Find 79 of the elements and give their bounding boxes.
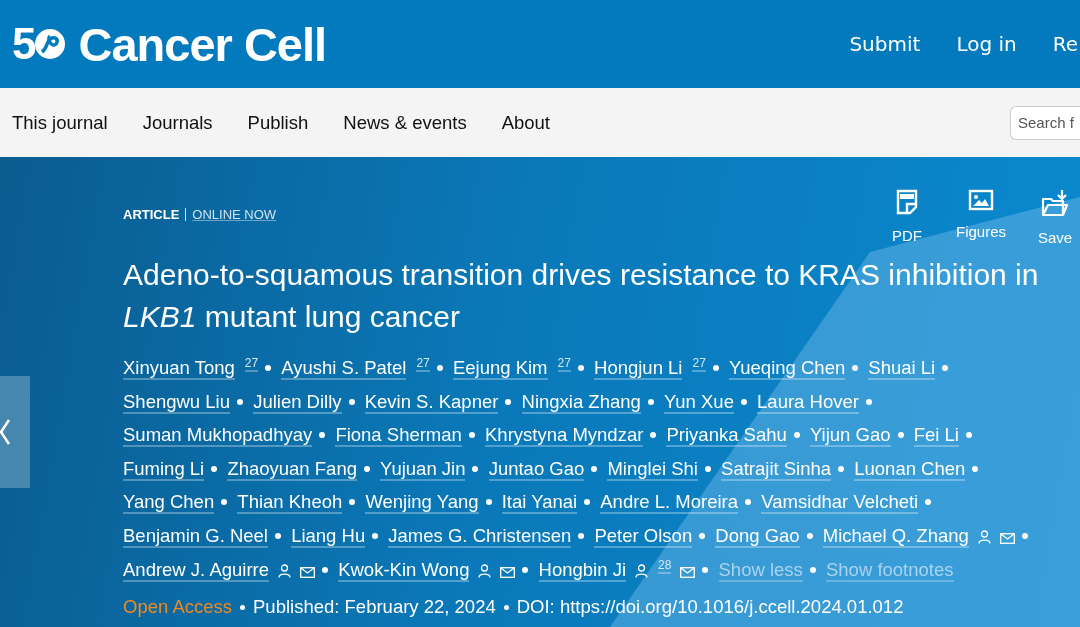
article-title: Adeno-to-squamous transition drives resistance to KRAS inhibition in LKB1 mutant lung cancer bbox=[123, 257, 1040, 335]
image-icon bbox=[968, 189, 994, 211]
author-link[interactable]: Dong Gao bbox=[715, 525, 800, 548]
author-link[interactable]: Ayushi S. Patel bbox=[281, 358, 407, 380]
author-link[interactable]: Julien Dilly bbox=[253, 391, 342, 414]
author-link[interactable]: Vamsidhar Velcheti bbox=[761, 492, 919, 515]
author-link[interactable]: Yun Xue bbox=[663, 391, 734, 414]
previous-button[interactable] bbox=[0, 376, 30, 488]
person-icon[interactable] bbox=[635, 563, 648, 578]
author-link[interactable]: Hongbin Ji bbox=[538, 559, 626, 582]
author-link[interactable]: Liang Hu bbox=[291, 525, 366, 548]
author-link[interactable]: Yueqing Chen bbox=[728, 358, 846, 380]
author-link[interactable]: Luonan Chen bbox=[854, 458, 966, 481]
author-link[interactable]: Khrystyna Myndzar bbox=[485, 425, 644, 448]
author-link[interactable]: Andrew J. Aguirre bbox=[123, 559, 269, 582]
author-link[interactable]: Suman Mukhopadhyay bbox=[123, 425, 313, 448]
author-link[interactable]: Laura Hover bbox=[757, 391, 859, 414]
chevron-left-icon bbox=[0, 419, 10, 445]
mail-icon[interactable] bbox=[300, 566, 315, 578]
author-link[interactable]: Michael Q. Zhang bbox=[822, 525, 969, 548]
article-status[interactable]: ONLINE NOW bbox=[192, 207, 277, 222]
author-link[interactable]: Kwok-Kin Wong bbox=[338, 559, 470, 582]
author-link[interactable]: Priyanka Sahu bbox=[666, 425, 787, 448]
published-date: Published: February 22, 2024 bbox=[253, 596, 496, 619]
footnote-link[interactable]: 28 bbox=[658, 557, 672, 574]
header-link[interactable]: Re bbox=[1052, 32, 1078, 56]
mail-icon[interactable] bbox=[999, 532, 1015, 544]
nav-item[interactable]: Publish bbox=[247, 111, 309, 134]
search-field[interactable]: Search f bbox=[1010, 105, 1080, 140]
person-icon[interactable] bbox=[278, 563, 291, 578]
author-link[interactable]: Fuming Li bbox=[123, 458, 205, 481]
pdf-button[interactable]: PDF bbox=[882, 189, 932, 246]
doi-text: DOI: https://doi.org/10.1016/j.ccell.2024.01.012 bbox=[516, 596, 904, 619]
folder-download-icon bbox=[1041, 189, 1069, 217]
author-link[interactable]: Andre L. Moreira bbox=[600, 492, 739, 515]
footnote-link[interactable]: 27 bbox=[244, 356, 259, 372]
author-link[interactable]: James G. Christensen bbox=[388, 525, 572, 548]
nav-item[interactable]: News & events bbox=[343, 111, 467, 134]
journal-name[interactable]: Cancer Cell bbox=[78, 20, 327, 68]
author-link[interactable]: Shengwu Liu bbox=[123, 391, 230, 414]
author-link[interactable]: Eejung Kim bbox=[452, 358, 548, 380]
nav-item[interactable]: This journal bbox=[12, 111, 108, 134]
author-link[interactable]: Benjamin G. Neel bbox=[123, 525, 268, 548]
person-icon[interactable] bbox=[478, 563, 492, 578]
mail-icon[interactable] bbox=[680, 566, 696, 578]
logo-mark: 5 bbox=[12, 22, 35, 66]
person-icon[interactable] bbox=[977, 529, 991, 544]
author-link[interactable]: Yang Chen bbox=[123, 492, 215, 515]
author-link[interactable]: Peter Olson bbox=[594, 525, 693, 548]
author-link[interactable]: Thian Kheoh bbox=[237, 492, 343, 515]
header-link[interactable]: Log in bbox=[956, 32, 1017, 56]
author-link[interactable]: Yijun Gao bbox=[809, 425, 891, 448]
nav-item[interactable]: About bbox=[501, 111, 550, 134]
author-link[interactable]: Zhaoyuan Fang bbox=[227, 458, 357, 481]
author-link[interactable]: Wenjing Yang bbox=[365, 492, 479, 515]
author-link[interactable]: Itai Yanai bbox=[501, 492, 578, 515]
nav-item[interactable]: Journals bbox=[142, 111, 213, 134]
footnote-link[interactable]: 27 bbox=[557, 356, 571, 372]
pdf-file-icon bbox=[896, 189, 918, 215]
save-button[interactable]: Save bbox=[1030, 189, 1080, 246]
author-link[interactable]: Hongjun Li bbox=[594, 358, 683, 380]
header-link[interactable]: Submit bbox=[849, 32, 921, 56]
author-link[interactable]: Ningxia Zhang bbox=[521, 391, 641, 414]
author-link[interactable]: Fei Li bbox=[913, 425, 959, 448]
author-link[interactable]: Yujuan Jin bbox=[380, 458, 466, 481]
ribbon-circle-icon bbox=[34, 28, 67, 60]
footnote-link[interactable]: 27 bbox=[692, 356, 706, 372]
article-type: ARTICLE bbox=[123, 207, 180, 222]
author-link[interactable]: Xinyuan Tong bbox=[123, 358, 235, 380]
author-link[interactable]: Fiona Sherman bbox=[335, 425, 462, 448]
author-link[interactable]: Juntao Gao bbox=[488, 458, 585, 481]
author-link[interactable]: Minglei Shi bbox=[607, 458, 698, 481]
footnote-link[interactable]: 27 bbox=[416, 356, 430, 372]
author-link[interactable]: Satrajit Sinha bbox=[721, 458, 832, 481]
author-link[interactable]: Shuai Li bbox=[868, 358, 936, 380]
author-link[interactable]: Kevin S. Kapner bbox=[364, 391, 499, 414]
figures-button[interactable]: Figures bbox=[956, 189, 1006, 246]
open-access-label: Open Access bbox=[123, 596, 232, 619]
mail-icon[interactable] bbox=[500, 566, 516, 578]
